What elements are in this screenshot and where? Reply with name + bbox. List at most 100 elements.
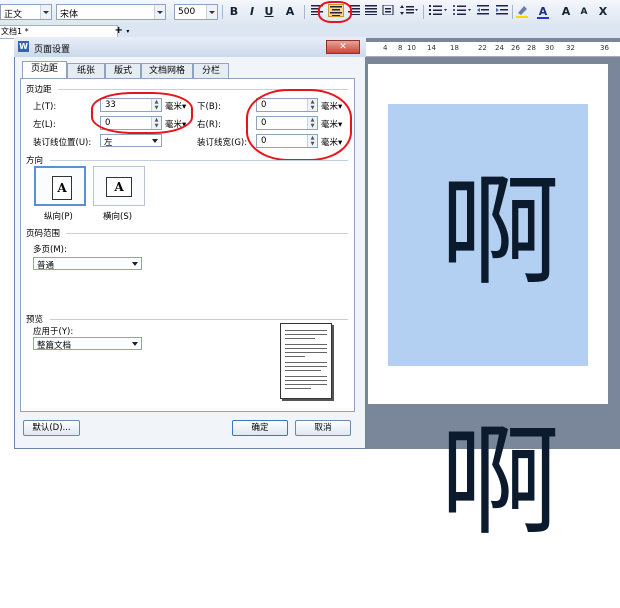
font-color-button[interactable]: A (535, 4, 551, 20)
italic-button[interactable]: I (244, 4, 260, 20)
gutter-position-value: 左 (104, 138, 113, 148)
numbered-list-icon (429, 5, 447, 15)
cancel-button[interactable]: 取消 (295, 420, 351, 436)
apply-to-value: 整篇文档 (37, 341, 72, 351)
plus-icon: + (114, 25, 123, 36)
ruler-mark: 36 (600, 44, 609, 52)
shrink-font-button[interactable]: A (576, 4, 592, 20)
gutter-width-label: 装订线宽(G): (197, 138, 248, 148)
highlight-button[interactable] (514, 4, 530, 20)
section-orientation-title: 方向 (26, 156, 44, 166)
section-preview-title: 预览 (26, 315, 44, 325)
tab-columns[interactable]: 分栏 (193, 63, 229, 78)
chevron-down-icon (152, 139, 158, 143)
decrease-indent-button[interactable] (475, 4, 491, 20)
toolbar-separator (423, 5, 424, 19)
landscape-label: 横向(S) (103, 212, 133, 222)
font-value: 宋体 (60, 10, 79, 20)
font-effect-button[interactable]: A (282, 4, 298, 20)
ok-button[interactable]: 确定 (232, 420, 288, 436)
document-text[interactable]: 啊啊 (392, 108, 588, 552)
right-margin-label: 右(R): (197, 120, 221, 130)
red-annotation-circle (246, 89, 352, 161)
ruler-mark: 4 (383, 44, 388, 52)
toolbar-separator (304, 5, 305, 19)
multiple-pages-value: 普通 (37, 261, 55, 271)
bottom-margin-label: 下(B): (197, 102, 221, 112)
close-button[interactable]: ✕ (326, 40, 360, 54)
portrait-label: 纵向(P) (44, 212, 73, 222)
chevron-down-icon[interactable] (206, 5, 217, 19)
numbered-list-button[interactable] (427, 4, 449, 20)
ruler-mark: 32 (566, 44, 575, 52)
toolbar-separator (512, 5, 513, 19)
top-margin-label: 上(T): (33, 102, 57, 112)
portrait-page-icon: A (52, 176, 72, 200)
formatting-toolbar: 正文 宋体 500 B I U A A A A X (0, 0, 620, 26)
tab-margins[interactable]: 页边距 (22, 61, 67, 79)
chevron-down-icon[interactable] (154, 5, 165, 19)
portrait-option[interactable]: A (34, 166, 86, 206)
font-size-combo[interactable]: 500 (174, 4, 218, 20)
underline-button[interactable]: U (261, 4, 277, 20)
tab-layout[interactable]: 版式 (105, 63, 141, 78)
tab-paper[interactable]: 纸张 (67, 63, 105, 78)
horizontal-ruler[interactable] (365, 42, 620, 57)
dialog-title: 页面设置 (34, 45, 71, 55)
section-divider (66, 233, 348, 234)
default-button[interactable]: 默认(D)... (23, 420, 80, 436)
bullet-list-icon (453, 5, 471, 15)
ruler-mark: 14 (427, 44, 436, 52)
ruler-mark: 22 (478, 44, 487, 52)
ruler-mark: 18 (450, 44, 459, 52)
font-size-value: 500 (178, 7, 196, 17)
clear-format-button[interactable]: X (595, 4, 611, 20)
new-tab-button[interactable]: + ▾ (110, 26, 134, 37)
ruler-mark: 8 (398, 44, 403, 52)
close-icon: ✕ (339, 42, 347, 52)
left-margin-label: 左(L): (33, 120, 56, 130)
landscape-option[interactable]: A (93, 166, 145, 206)
style-combo[interactable]: 正文 (0, 4, 52, 20)
ruler-mark: 26 (511, 44, 520, 52)
line-spacing-button[interactable] (398, 4, 420, 20)
red-annotation-circle (91, 92, 193, 134)
bold-button[interactable]: B (226, 4, 242, 20)
justify-button[interactable] (363, 4, 379, 20)
wps-writer-icon: W (18, 41, 29, 52)
style-value: 正文 (4, 10, 23, 20)
multiple-pages-select[interactable]: 普通 (33, 257, 142, 271)
line-spacing-icon (400, 5, 418, 15)
ruler-mark: 10 (407, 44, 416, 52)
section-pages-title: 页码范围 (26, 229, 61, 239)
decrease-indent-icon (477, 5, 489, 15)
ruler-mark: 30 (545, 44, 554, 52)
font-color-swatch (537, 17, 549, 19)
gutter-position-label: 装订线位置(U): (33, 138, 92, 148)
chevron-down-icon: ▾ (126, 28, 130, 35)
increase-indent-button[interactable] (494, 4, 510, 20)
highlighter-icon (516, 6, 528, 18)
justify-icon (365, 5, 377, 15)
distribute-button[interactable] (380, 4, 396, 20)
multiple-pages-label: 多页(M): (33, 245, 67, 255)
section-margins-title: 页边距 (26, 85, 52, 95)
distribute-icon (382, 4, 394, 16)
increase-indent-icon (496, 5, 508, 15)
ruler-mark: 28 (527, 44, 536, 52)
bullet-list-button[interactable] (451, 4, 473, 20)
toolbar-separator (222, 5, 223, 19)
apply-to-select[interactable]: 整篇文档 (33, 337, 142, 351)
font-combo[interactable]: 宋体 (56, 4, 166, 20)
red-annotation-circle (318, 1, 352, 23)
section-divider (50, 319, 348, 320)
gutter-position-select[interactable]: 左 (100, 134, 162, 148)
grow-font-button[interactable]: A (558, 4, 574, 20)
chevron-down-icon[interactable] (40, 5, 51, 19)
chevron-down-icon (132, 262, 138, 266)
landscape-page-icon: A (106, 177, 132, 197)
ruler-mark: 24 (495, 44, 504, 52)
apply-to-label: 应用于(Y): (33, 327, 74, 337)
section-divider (50, 160, 348, 161)
tab-doc-grid[interactable]: 文档网格 (141, 63, 193, 78)
